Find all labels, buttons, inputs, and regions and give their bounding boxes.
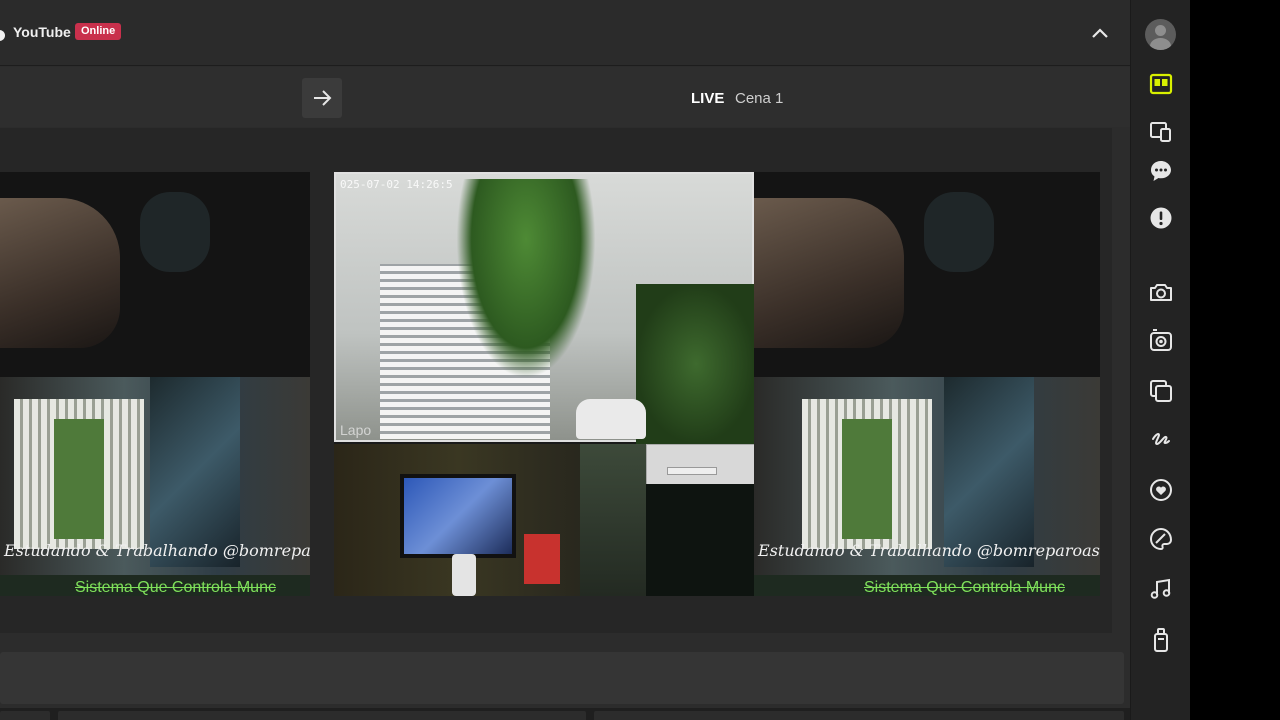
chevron-up-icon bbox=[1092, 28, 1108, 38]
transition-button[interactable] bbox=[302, 78, 342, 118]
right-sidebar bbox=[1130, 0, 1190, 720]
copy-icon[interactable] bbox=[1146, 376, 1176, 406]
alert-icon[interactable] bbox=[1146, 203, 1176, 233]
user-avatar[interactable] bbox=[1145, 19, 1176, 50]
remote-icon[interactable] bbox=[1146, 625, 1176, 655]
live-scene-preview[interactable]: 025-07-02 14:26:5 Lapo bbox=[334, 172, 754, 596]
scribble-icon[interactable] bbox=[1146, 425, 1176, 455]
palette-icon[interactable] bbox=[1146, 524, 1176, 554]
music-icon[interactable] bbox=[1146, 574, 1176, 604]
preview-scene-right[interactable]: Estudando & Trabalhando @bomreparoas sist… bbox=[754, 172, 1100, 596]
collapse-button[interactable] bbox=[1086, 20, 1114, 46]
ticker-text: Sistema Que Controla Munc bbox=[75, 579, 276, 596]
platform-name: YouTube bbox=[13, 24, 71, 40]
bottom-tab[interactable] bbox=[58, 711, 586, 720]
dark-camera-feed bbox=[646, 484, 754, 596]
bottom-tab[interactable] bbox=[594, 711, 1124, 720]
empty-margin bbox=[1190, 0, 1280, 720]
live-label: LIVE bbox=[691, 90, 725, 107]
platform-dot-icon bbox=[0, 30, 5, 41]
cctv-timestamp: 025-07-02 14:26:5 bbox=[340, 178, 453, 191]
room-camera-feed: Estudando & Trabalhando @bomreparoassist… bbox=[754, 377, 1100, 596]
room-camera-feed: Estudando & Trabalhando @bomreparoassist… bbox=[0, 377, 310, 596]
camera-icon[interactable] bbox=[1146, 277, 1176, 307]
cctv-feed: 025-07-02 14:26:5 Lapo bbox=[334, 172, 754, 444]
heart-icon[interactable] bbox=[1146, 475, 1176, 505]
app-window: YouTube Online LIVE Cena 1 Estudando & T… bbox=[0, 0, 1190, 720]
captured-window bbox=[646, 444, 754, 488]
preview-scene-left[interactable]: Estudando & Trabalhando @bomreparoassist… bbox=[0, 172, 310, 596]
live-scene-name: Cena 1 bbox=[735, 90, 784, 107]
overlay-text: Estudando & Trabalhando @bomreparoassist… bbox=[4, 541, 310, 560]
bottom-tab-strip bbox=[0, 708, 1130, 720]
bottom-tab[interactable] bbox=[0, 711, 50, 720]
person-image bbox=[754, 198, 904, 348]
layout-icon[interactable] bbox=[1146, 69, 1176, 99]
devices-icon[interactable] bbox=[1146, 117, 1176, 147]
overlay-text: Estudando & Trabalhando @bomreparoassist… bbox=[758, 541, 1100, 560]
chat-icon[interactable] bbox=[1146, 156, 1176, 186]
ticker-text: Sistema Que Controla Munc bbox=[864, 579, 1065, 596]
cctv-brand: Lapo bbox=[340, 422, 372, 438]
person-image bbox=[0, 198, 120, 348]
arrow-right-icon bbox=[314, 90, 332, 106]
bottom-panel bbox=[0, 652, 1124, 704]
status-badge: Online bbox=[75, 23, 122, 40]
webcam-feed bbox=[754, 172, 1100, 377]
scene-toolbar: LIVE Cena 1 bbox=[0, 67, 1130, 127]
destination-header: YouTube Online bbox=[0, 0, 1130, 66]
scene-preview-area: Estudando & Trabalhando @bomreparoassist… bbox=[0, 128, 1112, 633]
camera-flip-icon[interactable] bbox=[1146, 326, 1176, 356]
webcam-feed bbox=[0, 172, 310, 377]
